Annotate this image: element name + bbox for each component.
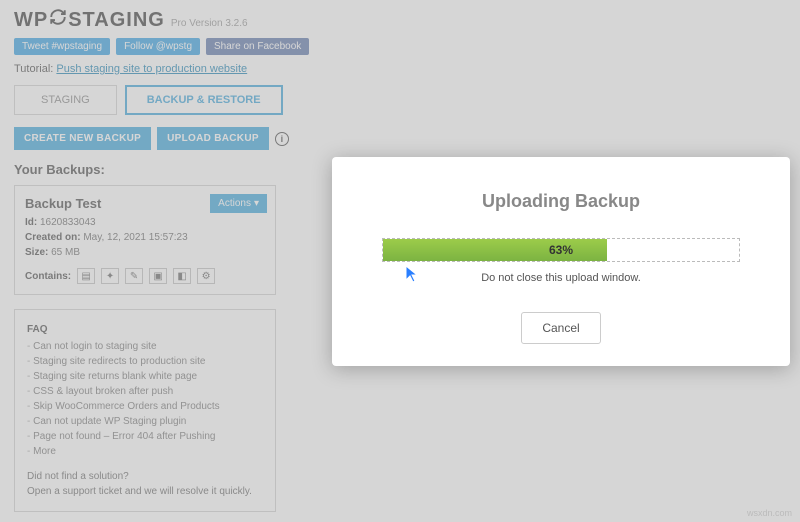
modal-title: Uploading Backup	[382, 191, 740, 212]
watermark: wsxdn.com	[747, 508, 792, 518]
upload-modal: Uploading Backup 63% Do not close this u…	[332, 157, 790, 366]
progress-percent: 63%	[383, 239, 739, 261]
progress-bar: 63%	[382, 238, 740, 262]
modal-overlay: Uploading Backup 63% Do not close this u…	[0, 0, 800, 522]
modal-note: Do not close this upload window.	[382, 272, 740, 284]
cancel-button[interactable]: Cancel	[521, 312, 600, 344]
